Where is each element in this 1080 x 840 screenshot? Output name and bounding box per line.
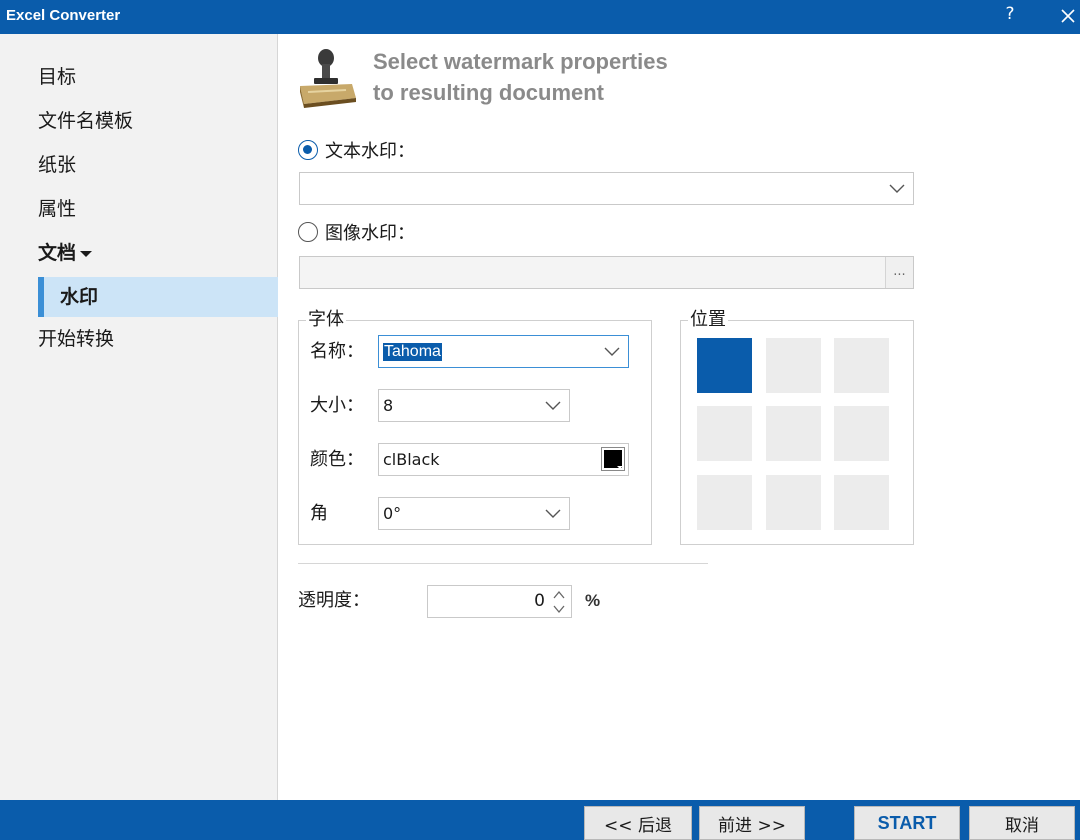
font-size-combo[interactable]: 8 [378,389,570,422]
sidebar-item-start-conversion[interactable]: 开始转换 [38,324,114,354]
close-icon [1061,9,1075,23]
sidebar-item-label: 文档 [38,242,77,264]
sidebar-item-target[interactable]: 目标 [38,62,76,92]
next-button[interactable]: 前进 >> [699,806,805,840]
sidebar-item-document[interactable]: 文档 [38,238,93,268]
caret-down-icon [80,250,93,257]
chevron-down-icon [604,347,620,356]
font-name-combo[interactable]: Tahoma [378,335,629,368]
dropdown-arrow-icon [617,466,623,469]
position-bottom-right[interactable] [834,475,889,530]
sidebar: 目标 文件名模板 纸张 属性 文档 水印 开始转换 [0,34,278,800]
window-title: Excel Converter [6,7,121,24]
position-middle-right[interactable] [834,406,889,461]
title-bar: Excel Converter ? [0,0,1080,34]
transparency-value: 0 [534,591,545,611]
text-watermark-label: 文本水印： [325,141,415,162]
sidebar-item-watermark[interactable]: 水印 [38,277,278,317]
help-button[interactable]: ? [1000,4,1020,28]
transparency-spinner[interactable]: 0 [427,585,572,618]
start-button[interactable]: START [854,806,960,840]
transparency-unit: % [585,591,601,610]
chevron-down-icon[interactable] [551,602,567,616]
page-title-line2: to resulting document [373,80,604,105]
image-watermark-radio[interactable]: 图像水印： [298,219,415,245]
close-button[interactable] [1056,2,1080,30]
font-name-value: Tahoma [383,342,442,361]
position-group-title: 位置 [688,309,728,331]
position-bottom-center[interactable] [766,475,821,530]
chevron-up-icon[interactable] [551,588,567,602]
color-picker-button[interactable] [601,447,625,471]
cancel-button[interactable]: 取消 [969,806,1075,840]
font-name-label: 名称： [310,341,364,362]
font-angle-label: 角 [310,503,328,524]
text-watermark-radio[interactable]: 文本水印： [298,137,415,163]
text-watermark-combo[interactable] [299,172,914,205]
font-size-value: 8 [383,396,394,415]
image-watermark-label: 图像水印： [325,223,415,244]
position-top-right[interactable] [834,338,889,393]
chevron-down-icon [545,401,561,410]
font-size-label: 大小： [310,395,364,416]
sidebar-item-label: 水印 [60,286,99,308]
stamp-icon [300,49,356,108]
position-bottom-left[interactable] [697,475,752,530]
position-top-left[interactable] [697,338,752,393]
chevron-down-icon [545,509,561,518]
chevron-down-icon [889,184,905,193]
position-top-center[interactable] [766,338,821,393]
font-group-title: 字体 [306,309,346,331]
divider [298,563,708,564]
font-color-combo[interactable]: clBlack [378,443,629,476]
selection-indicator [38,277,44,317]
radio-unchecked-icon [298,222,318,242]
transparency-label: 透明度： [298,590,370,611]
font-angle-value: 0° [383,504,402,523]
page-title: Select watermark properties to resulting… [373,46,668,108]
font-angle-combo[interactable]: 0° [378,497,570,530]
browse-button[interactable]: ... [885,257,913,288]
back-button[interactable]: << 后退 [584,806,692,840]
page-title-line1: Select watermark properties [373,49,668,74]
font-color-value: clBlack [383,450,440,469]
font-color-label: 颜色： [310,449,364,470]
image-watermark-field[interactable]: ... [299,256,914,289]
sidebar-item-paper[interactable]: 纸张 [38,150,76,180]
position-center[interactable] [766,406,821,461]
sidebar-item-properties[interactable]: 属性 [38,194,76,224]
position-middle-left[interactable] [697,406,752,461]
radio-checked-icon [298,140,318,160]
sidebar-item-filename-template[interactable]: 文件名模板 [38,106,133,136]
